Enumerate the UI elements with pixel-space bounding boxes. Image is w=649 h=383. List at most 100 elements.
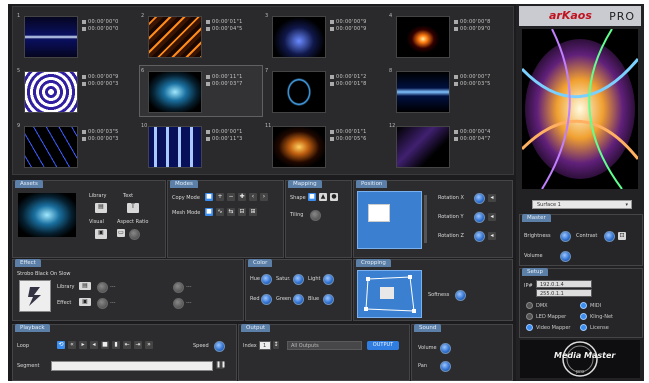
pause-icon[interactable]: ▮ (112, 341, 120, 349)
clip-thumbnail[interactable] (24, 71, 78, 113)
plus-icon[interactable]: + (216, 193, 224, 201)
clip-thumbnail[interactable] (396, 126, 450, 168)
hue-knob[interactable] (261, 274, 272, 285)
rotation-x-knob[interactable] (474, 193, 485, 204)
clip-cell[interactable]: 4 00:00'00"8 00:00'09"0 (388, 11, 510, 61)
shape-triangle-icon[interactable]: ▲ (319, 193, 327, 201)
output-button[interactable]: OUTPUT (367, 341, 399, 350)
rotation-x-reset-icon[interactable]: ◂ (488, 194, 496, 202)
kling-net-option[interactable]: Kling-Net (580, 313, 613, 320)
clip-thumbnail[interactable] (272, 71, 326, 113)
clip-thumbnail[interactable] (148, 16, 202, 58)
light-knob[interactable] (323, 274, 334, 285)
output-name-field[interactable]: All Outputs (287, 341, 362, 350)
subnet-field[interactable]: 255.0.1.1 (536, 289, 592, 297)
effect-effect-icon[interactable]: ▣ (79, 298, 91, 306)
rotation-y-knob[interactable] (474, 212, 485, 223)
clip-thumbnail[interactable] (396, 71, 450, 113)
clip-cell[interactable]: 7 00:00'01"2 00:00'01"8 (264, 66, 386, 116)
speed-knob[interactable] (214, 341, 225, 352)
shape-circle-icon[interactable]: ● (330, 193, 338, 201)
add-point-icon[interactable]: ✚ (238, 193, 246, 201)
kling-net-radio[interactable] (580, 313, 587, 320)
copy-mode-icon[interactable]: ■ (205, 193, 213, 201)
mesh-mode-icon[interactable]: ■ (205, 208, 213, 216)
sound-volume-knob[interactable] (440, 343, 451, 354)
clip-cell[interactable]: 12 00:00'00"4 00:00'04"7 (388, 121, 510, 171)
clip-thumbnail[interactable] (148, 126, 202, 168)
led-mapper-option[interactable]: LED Mapper (526, 313, 566, 320)
rotation-z-knob[interactable] (474, 231, 485, 242)
text-icon[interactable]: T (127, 203, 139, 213)
clip-cell[interactable]: 1 00:00'00"0 00:00'00"0 (16, 11, 138, 61)
midi-radio[interactable] (580, 302, 587, 309)
start-icon[interactable]: ⇤ (123, 341, 131, 349)
blue-knob[interactable] (323, 294, 334, 305)
clip-thumbnail[interactable] (148, 71, 202, 113)
effect-thumbnail[interactable] (19, 280, 51, 312)
clip-cell[interactable]: 3 00:00'00"9 00:00'00"9 (264, 11, 386, 61)
tiling-dial[interactable] (310, 210, 321, 221)
mesh-move-icon[interactable]: ⇆ (227, 208, 235, 216)
prev-icon[interactable]: ‹ (249, 193, 257, 201)
effect-library-icon[interactable]: ▤ (79, 282, 91, 290)
effect-param-dial-3[interactable] (97, 298, 108, 309)
end-icon[interactable]: ⇥ (134, 341, 142, 349)
clip-thumbnail[interactable] (396, 16, 450, 58)
clip-thumbnail[interactable] (272, 16, 326, 58)
master-volume-knob[interactable] (560, 251, 571, 262)
ip-field[interactable]: 192.0.1.4 (536, 280, 592, 288)
step-back-icon[interactable]: ◂ (90, 341, 98, 349)
visual-icon[interactable]: ▣ (95, 229, 107, 239)
license-radio[interactable] (580, 324, 587, 331)
clip-thumbnail[interactable] (272, 126, 326, 168)
position-pad[interactable] (357, 191, 422, 249)
clip-cell[interactable]: 2 00:00'01"1 00:00'04"5 (140, 11, 262, 61)
index-field[interactable]: 1 (259, 341, 271, 350)
effect-param-dial-1[interactable] (97, 282, 108, 293)
clip-thumbnail[interactable] (24, 126, 78, 168)
clip-thumbnail[interactable] (24, 16, 78, 58)
aspect-icon[interactable]: ▭ (117, 229, 125, 237)
library-icon[interactable]: ▤ (95, 203, 107, 213)
green-knob[interactable] (293, 294, 304, 305)
aspect-ratio-dial[interactable] (129, 229, 140, 240)
effect-param-dial-2[interactable] (173, 282, 184, 293)
saturation-knob[interactable] (293, 274, 304, 285)
rotation-z-reset-icon[interactable]: ◂ (488, 232, 496, 240)
reset-icon[interactable]: ⊡ (618, 232, 626, 240)
mesh-split-icon[interactable]: ⊟ (238, 208, 246, 216)
segment-pause-icon[interactable]: ❚❚ (216, 361, 226, 369)
red-knob[interactable] (261, 294, 272, 305)
clip-cell[interactable]: 10 00:00'00"1 00:00'11"3 (140, 121, 262, 171)
clip-cell-selected[interactable]: 6 00:00'11"1 00:00'03"7 (139, 65, 263, 117)
license-option[interactable]: License (580, 324, 609, 331)
rotation-y-reset-icon[interactable]: ◂ (488, 213, 496, 221)
video-mapper-option[interactable]: Video Mapper (526, 324, 570, 331)
mesh-grid-icon[interactable]: ⊞ (249, 208, 257, 216)
pan-knob[interactable] (440, 361, 451, 372)
shape-rect-icon[interactable]: ■ (308, 193, 316, 201)
video-mapper-radio[interactable] (526, 324, 533, 331)
index-stepper-icon[interactable]: ↕ (273, 341, 279, 349)
cropping-pad[interactable] (357, 270, 422, 318)
dmx-radio[interactable] (526, 302, 533, 309)
minus-icon[interactable]: − (227, 193, 235, 201)
fast-forward-icon[interactable]: » (145, 341, 153, 349)
dmx-option[interactable]: DMX (526, 302, 548, 309)
softness-knob[interactable] (455, 290, 466, 301)
contrast-knob[interactable] (604, 231, 615, 242)
stop-icon[interactable]: ■ (101, 341, 109, 349)
z-slider[interactable] (424, 195, 427, 243)
next-icon[interactable]: › (260, 193, 268, 201)
effect-param-dial-4[interactable] (173, 298, 184, 309)
surface-select[interactable]: Surface 1 ▾ (532, 200, 632, 209)
clip-cell[interactable]: 9 00:00'03"5 00:00'00"3 (16, 121, 138, 171)
brightness-knob[interactable] (560, 231, 571, 242)
rewind-icon[interactable]: « (68, 341, 76, 349)
position-handle[interactable] (368, 204, 390, 222)
mesh-warp-icon[interactable]: ∿ (216, 208, 224, 216)
clip-cell[interactable]: 11 00:00'01"1 00:00'05"6 (264, 121, 386, 171)
loop-icon[interactable]: ⟲ (57, 341, 65, 349)
play-icon[interactable]: ▸ (79, 341, 87, 349)
